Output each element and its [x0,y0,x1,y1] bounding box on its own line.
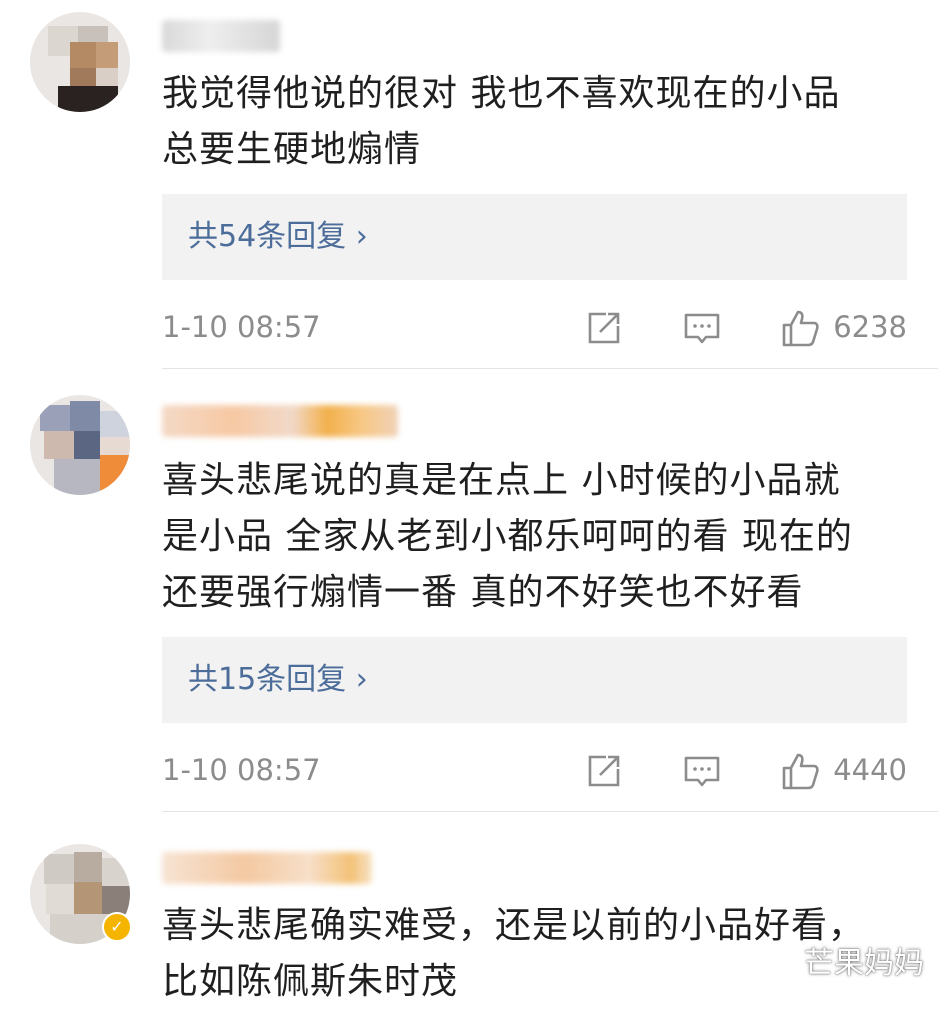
comment-line: 还要强行煽情一番 真的不好笑也不好看 [162,572,804,613]
replies-box[interactable]: 共54条回复 › [162,194,907,280]
comment-line: 比如陈佩斯朱时茂 [162,961,459,1002]
comment-item: 我觉得他说的很对 我也不喜欢现在的小品 总要生硬地煽情 共54条回复 › 1-1… [0,0,938,368]
comment-item: ✓ 喜头悲尾确实难受，还是以前的小品好看， 比如陈佩斯朱时茂 [0,812,938,1002]
username-blurred[interactable] [162,405,398,437]
check-badge-icon: ✓ [102,912,132,942]
share-edit-icon[interactable] [584,308,624,348]
replies-link[interactable]: 共54条回复 › [188,218,368,256]
comment-text: 喜头悲尾说的真是在点上 小时候的小品就 是小品 全家从老到小都乐呵呵的看 现在的… [162,453,892,621]
comment-text: 我觉得他说的很对 我也不喜欢现在的小品 总要生硬地煽情 [162,66,892,178]
watermark: 芒果妈妈 [804,946,924,981]
avatar[interactable] [30,395,130,495]
comment-line: 我觉得他说的很对 我也不喜欢现在的小品 [162,73,841,114]
share-edit-icon[interactable] [584,751,624,791]
like-count: 4440 [833,753,907,787]
avatar[interactable] [30,12,130,112]
comment-text: 喜头悲尾确实难受，还是以前的小品好看， 比如陈佩斯朱时茂 [162,898,892,1010]
thumbs-up-icon[interactable] [780,751,820,791]
comment-line: 喜头悲尾说的真是在点上 小时候的小品就 [162,460,841,501]
thumbs-up-icon[interactable] [780,308,820,348]
comment-meta: 1-10 08:57 4440 [162,749,907,793]
comment-line: 是小品 全家从老到小都乐呵呵的看 现在的 [162,516,853,557]
comment-meta: 1-10 08:57 6238 [162,306,907,350]
replies-box[interactable]: 共15条回复 › [162,637,907,723]
comment-item: 喜头悲尾说的真是在点上 小时候的小品就 是小品 全家从老到小都乐呵呵的看 现在的… [0,369,938,811]
comment-line: 喜头悲尾确实难受，还是以前的小品好看， [162,905,866,946]
username-blurred[interactable] [162,20,280,52]
timestamp: 1-10 08:57 [162,753,321,787]
like-count: 6238 [833,310,907,344]
comment-bubble-icon[interactable] [682,308,722,348]
username-blurred[interactable] [162,852,372,884]
comment-line: 总要生硬地煽情 [162,129,422,170]
replies-link[interactable]: 共15条回复 › [188,661,368,699]
comment-bubble-icon[interactable] [682,751,722,791]
timestamp: 1-10 08:57 [162,310,321,344]
